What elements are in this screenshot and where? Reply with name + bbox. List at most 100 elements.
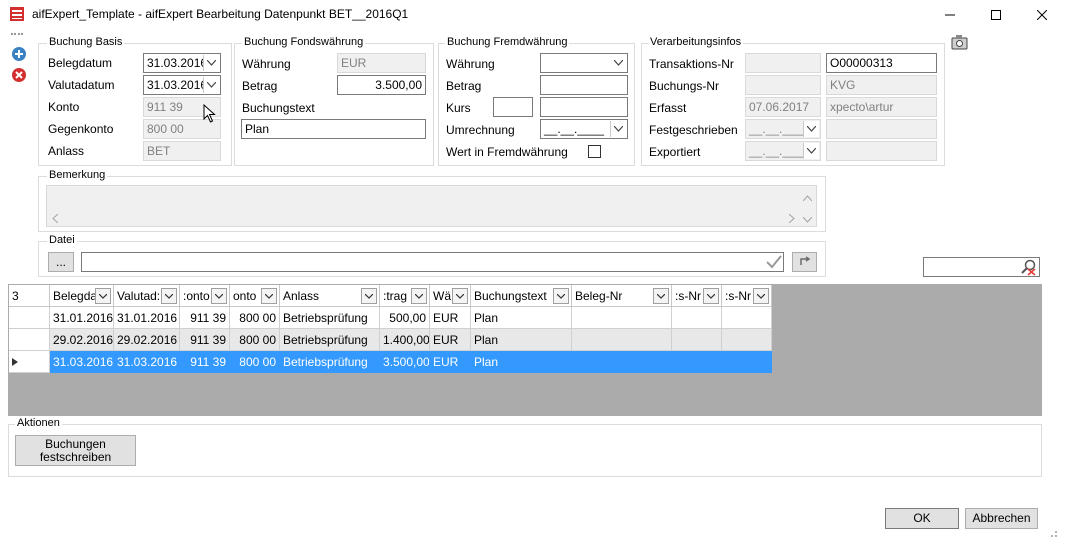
filter-dropdown-icon[interactable] (211, 288, 227, 304)
chevron-up-icon[interactable] (802, 190, 813, 202)
cancel-button[interactable]: Abbrechen (965, 508, 1038, 529)
table-cell[interactable]: EUR (430, 307, 471, 329)
grid-column-header[interactable]: Buchungstext (471, 285, 572, 307)
kurs-input-a[interactable] (493, 97, 533, 117)
erfasst-field-b: xpecto\artur (826, 97, 937, 117)
fonds-legend: Buchung Fondswährung (242, 36, 366, 48)
filter-dropdown-icon[interactable] (261, 288, 277, 304)
filter-dropdown-icon[interactable] (553, 288, 569, 304)
table-cell[interactable]: 911 39 (180, 307, 230, 329)
table-cell[interactable]: EUR (430, 329, 471, 351)
bemerkung-textarea[interactable] (46, 185, 817, 227)
browse-button[interactable]: ... (48, 252, 74, 272)
grid-column-header[interactable]: Beleg-Nr (572, 285, 672, 307)
grid-column-header[interactable]: :onto (180, 285, 230, 307)
table-cell[interactable] (672, 351, 722, 373)
table-cell[interactable]: EUR (430, 351, 471, 373)
fonds-betrag-input[interactable]: 3.500,00 (337, 75, 426, 95)
table-cell[interactable] (572, 329, 672, 351)
bemerkung-legend: Bemerkung (47, 169, 108, 181)
table-cell[interactable]: Betriebsprüfung (280, 307, 380, 329)
table-cell[interactable] (722, 329, 772, 351)
table-cell[interactable] (572, 351, 672, 373)
table-cell[interactable]: 500,00 (380, 307, 430, 329)
table-cell[interactable]: Betriebsprüfung (280, 329, 380, 351)
table-cell[interactable] (672, 307, 722, 329)
table-cell[interactable] (672, 329, 722, 351)
filter-dropdown-icon[interactable] (653, 288, 669, 304)
table-cell[interactable]: Betriebsprüfung (280, 351, 380, 373)
grid-column-header[interactable]: Valutad: (114, 285, 180, 307)
minimize-button[interactable] (927, 0, 973, 30)
filter-dropdown-icon[interactable] (452, 288, 468, 304)
delete-icon[interactable] (11, 67, 27, 83)
chevron-down-icon[interactable] (203, 77, 219, 93)
resize-grip-icon[interactable] (1048, 527, 1058, 537)
table-cell[interactable]: 800 00 (230, 351, 280, 373)
table-cell[interactable]: 31.01.2016 (114, 307, 180, 329)
refresh-icon[interactable] (792, 252, 817, 272)
filter-dropdown-icon[interactable] (753, 288, 769, 304)
search-icon[interactable] (1020, 259, 1038, 276)
table-cell[interactable] (722, 351, 772, 373)
filter-dropdown-icon[interactable] (161, 288, 177, 304)
row-selector[interactable] (9, 329, 50, 351)
fremd-waehrung-select[interactable] (540, 53, 628, 73)
table-cell[interactable]: 31.03.2016 (50, 351, 114, 373)
maximize-button[interactable] (973, 0, 1019, 30)
table-cell[interactable]: 31.01.2016 (50, 307, 114, 329)
buchungsnr-field-b: KVG (826, 75, 937, 95)
festgeschrieben-field-a: __.__.____ (745, 119, 821, 139)
ok-button[interactable]: OK (885, 508, 959, 529)
camera-icon[interactable] (950, 33, 970, 51)
kurs-input-b[interactable] (540, 97, 628, 117)
exportiert-value: __.__.____ (749, 144, 810, 158)
exportiert-field-b (826, 141, 937, 161)
table-cell[interactable] (572, 307, 672, 329)
grid-column-header[interactable]: onto (230, 285, 280, 307)
grid-column-header[interactable]: Belegda (50, 285, 114, 307)
table-cell[interactable]: 800 00 (230, 329, 280, 351)
grid-column-header[interactable]: :s-Nr (722, 285, 772, 307)
table-cell[interactable]: 911 39 (180, 329, 230, 351)
table-cell[interactable]: Plan (471, 351, 572, 373)
grid-column-header[interactable]: Anlass (280, 285, 380, 307)
filter-dropdown-icon[interactable] (411, 288, 427, 304)
chevron-right-icon[interactable] (788, 212, 798, 224)
grid-column-header[interactable]: Wä (430, 285, 471, 307)
table-cell[interactable] (722, 307, 772, 329)
table-cell[interactable]: 29.02.2016 (114, 329, 180, 351)
filter-dropdown-icon[interactable] (361, 288, 377, 304)
column-header-label: Belegda (53, 289, 98, 303)
table-cell[interactable]: Plan (471, 307, 572, 329)
chevron-left-icon[interactable] (52, 212, 61, 224)
table-cell[interactable]: Plan (471, 329, 572, 351)
valutadatum-field[interactable]: 31.03.2016 (143, 75, 221, 95)
datei-path-input[interactable] (81, 252, 784, 272)
chevron-down-icon[interactable] (203, 55, 219, 71)
checkmark-icon[interactable] (766, 255, 782, 269)
add-icon[interactable] (11, 46, 27, 62)
table-cell[interactable]: 3.500,00 (380, 351, 430, 373)
row-selector[interactable] (9, 307, 50, 329)
table-cell[interactable]: 31.03.2016 (114, 351, 180, 373)
table-cell[interactable]: 911 39 (180, 351, 230, 373)
buchungstext-input[interactable]: Plan (241, 119, 426, 139)
filter-dropdown-icon[interactable] (703, 288, 719, 304)
close-button[interactable] (1019, 0, 1065, 30)
grid-column-header[interactable]: :s-Nr (672, 285, 722, 307)
grid-column-header[interactable]: :trag (380, 285, 430, 307)
filter-dropdown-icon[interactable] (95, 288, 111, 304)
chevron-down-icon[interactable] (802, 212, 813, 223)
belegdatum-field[interactable]: 31.03.2016 (143, 53, 221, 73)
chevron-down-icon[interactable] (610, 121, 626, 137)
umrechnung-field[interactable]: __.__.____ (540, 119, 628, 139)
fremd-betrag-input[interactable] (540, 75, 628, 95)
table-cell[interactable]: 800 00 (230, 307, 280, 329)
chevron-down-icon[interactable] (611, 55, 626, 71)
festschreiben-button[interactable]: Buchungen festschreiben (15, 435, 136, 466)
table-cell[interactable]: 29.02.2016 (50, 329, 114, 351)
table-cell[interactable]: 1.400,00 (380, 329, 430, 351)
wert-fremdwaehrung-checkbox[interactable] (588, 145, 601, 158)
row-selector[interactable] (9, 351, 50, 373)
